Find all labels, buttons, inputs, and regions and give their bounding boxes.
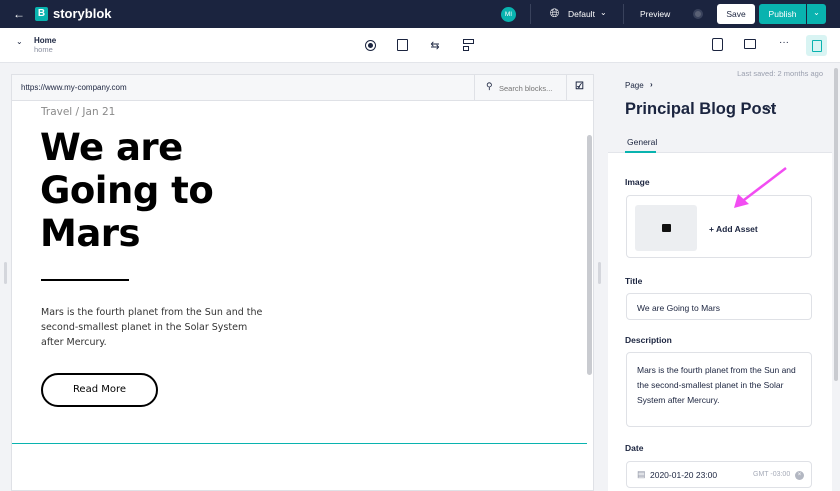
read-more-button[interactable]: Read More (41, 373, 158, 407)
timezone: GMT -03:00 (753, 471, 791, 478)
date-input[interactable]: ▤ 2020-01-20 23:00 GMT -03:00 × (626, 461, 812, 488)
pointer-arrow-icon (734, 167, 787, 208)
url-bar: https://www.my-company.com ⚲ ☑ (12, 75, 593, 101)
divider (530, 4, 531, 24)
language-select[interactable]: Default (568, 9, 595, 19)
divider (566, 75, 567, 101)
mobile-view-icon[interactable] (712, 38, 723, 51)
blocks-icon-part (463, 46, 469, 51)
description-textarea[interactable]: Mars is the fourth planet from the Sun a… (626, 352, 812, 427)
panel-scrollbar[interactable] (834, 68, 838, 381)
save-button[interactable]: Save (717, 4, 755, 24)
post-heading: We are Going to Mars (40, 126, 214, 255)
description-label: Description (625, 335, 672, 345)
settings-sliders-icon[interactable]: ⇆ (428, 38, 442, 52)
toggle-sidebar-button[interactable] (806, 35, 827, 56)
search-blocks-input[interactable] (499, 80, 561, 96)
heading-divider (41, 279, 129, 281)
sidebar-icon (811, 39, 822, 52)
publish-options-chevron-icon[interactable]: ⌄ (807, 4, 826, 24)
chevron-right-icon: › (650, 80, 653, 89)
add-asset-button[interactable]: + Add Asset (709, 224, 758, 234)
storyblok-logo-icon: B (35, 7, 48, 21)
chevron-down-icon[interactable]: ⌄ (16, 37, 23, 46)
image-icon (661, 224, 671, 232)
divider (474, 75, 475, 101)
status-indicator-icon (693, 9, 703, 19)
heading-line: Going to (40, 169, 214, 212)
preview-button[interactable]: Preview (640, 9, 670, 19)
date-label: Date (625, 443, 644, 453)
more-options-icon[interactable]: ··· (765, 103, 776, 115)
content-panel: Last saved: 2 months ago Page › Principa… (608, 63, 832, 491)
post-paragraph: Mars is the fourth planet from the Sun a… (41, 307, 263, 348)
image-label: Image (625, 177, 650, 187)
back-arrow-icon[interactable]: ← (12, 7, 26, 21)
image-placeholder (635, 205, 697, 251)
divider (623, 4, 624, 24)
panel-title: Principal Blog Post (625, 100, 777, 118)
panel-header: Last saved: 2 months ago Page › Principa… (608, 63, 832, 153)
preview-frame: https://www.my-company.com ⚲ ☑ Travel / … (11, 74, 594, 491)
resize-handle[interactable] (4, 262, 7, 284)
clear-date-icon[interactable]: × (795, 471, 804, 480)
preview-url[interactable]: https://www.my-company.com (21, 83, 127, 92)
publish-button[interactable]: Publish (759, 4, 806, 24)
top-bar: ← B storyblok MI 🌐︎ Default ⌄ Preview Sa… (0, 0, 840, 28)
desktop-view-icon[interactable] (744, 39, 756, 49)
calendar-icon: ▤ (637, 469, 646, 479)
heading-line: We are (40, 126, 183, 169)
date-value: 2020-01-20 23:00 (650, 470, 718, 480)
edit-checkbox-icon[interactable]: ☑ (575, 81, 584, 92)
preview-scrollbar[interactable] (587, 135, 592, 375)
post-meta: Travel / Jan 21 (41, 106, 116, 118)
chevron-down-icon[interactable]: ⌄ (600, 8, 607, 17)
heading-line: Mars (40, 212, 141, 255)
breadcrumb-page[interactable]: Page (625, 81, 644, 90)
tab-general[interactable]: General (627, 137, 657, 147)
blocks-icon[interactable] (463, 39, 474, 44)
resize-handle[interactable] (598, 262, 601, 284)
title-label: Title (625, 276, 643, 286)
story-name: Home (34, 36, 57, 45)
comment-icon[interactable] (397, 39, 408, 51)
avatar[interactable]: MI (501, 7, 516, 22)
editor-toolbar: ⌄ Home home ⇆ ··· (0, 28, 840, 63)
globe-icon: 🌐︎ (549, 6, 560, 20)
story-slug: home (34, 45, 53, 54)
last-saved: Last saved: 2 months ago (737, 69, 823, 78)
block-highlight-line (12, 443, 587, 444)
brand-name: storyblok (53, 6, 112, 21)
title-input[interactable]: We are Going to Mars (626, 293, 812, 320)
search-icon: ⚲ (486, 81, 493, 91)
more-options-icon[interactable]: ··· (779, 37, 789, 48)
active-tab-indicator (625, 151, 656, 153)
target-icon[interactable] (365, 40, 376, 51)
